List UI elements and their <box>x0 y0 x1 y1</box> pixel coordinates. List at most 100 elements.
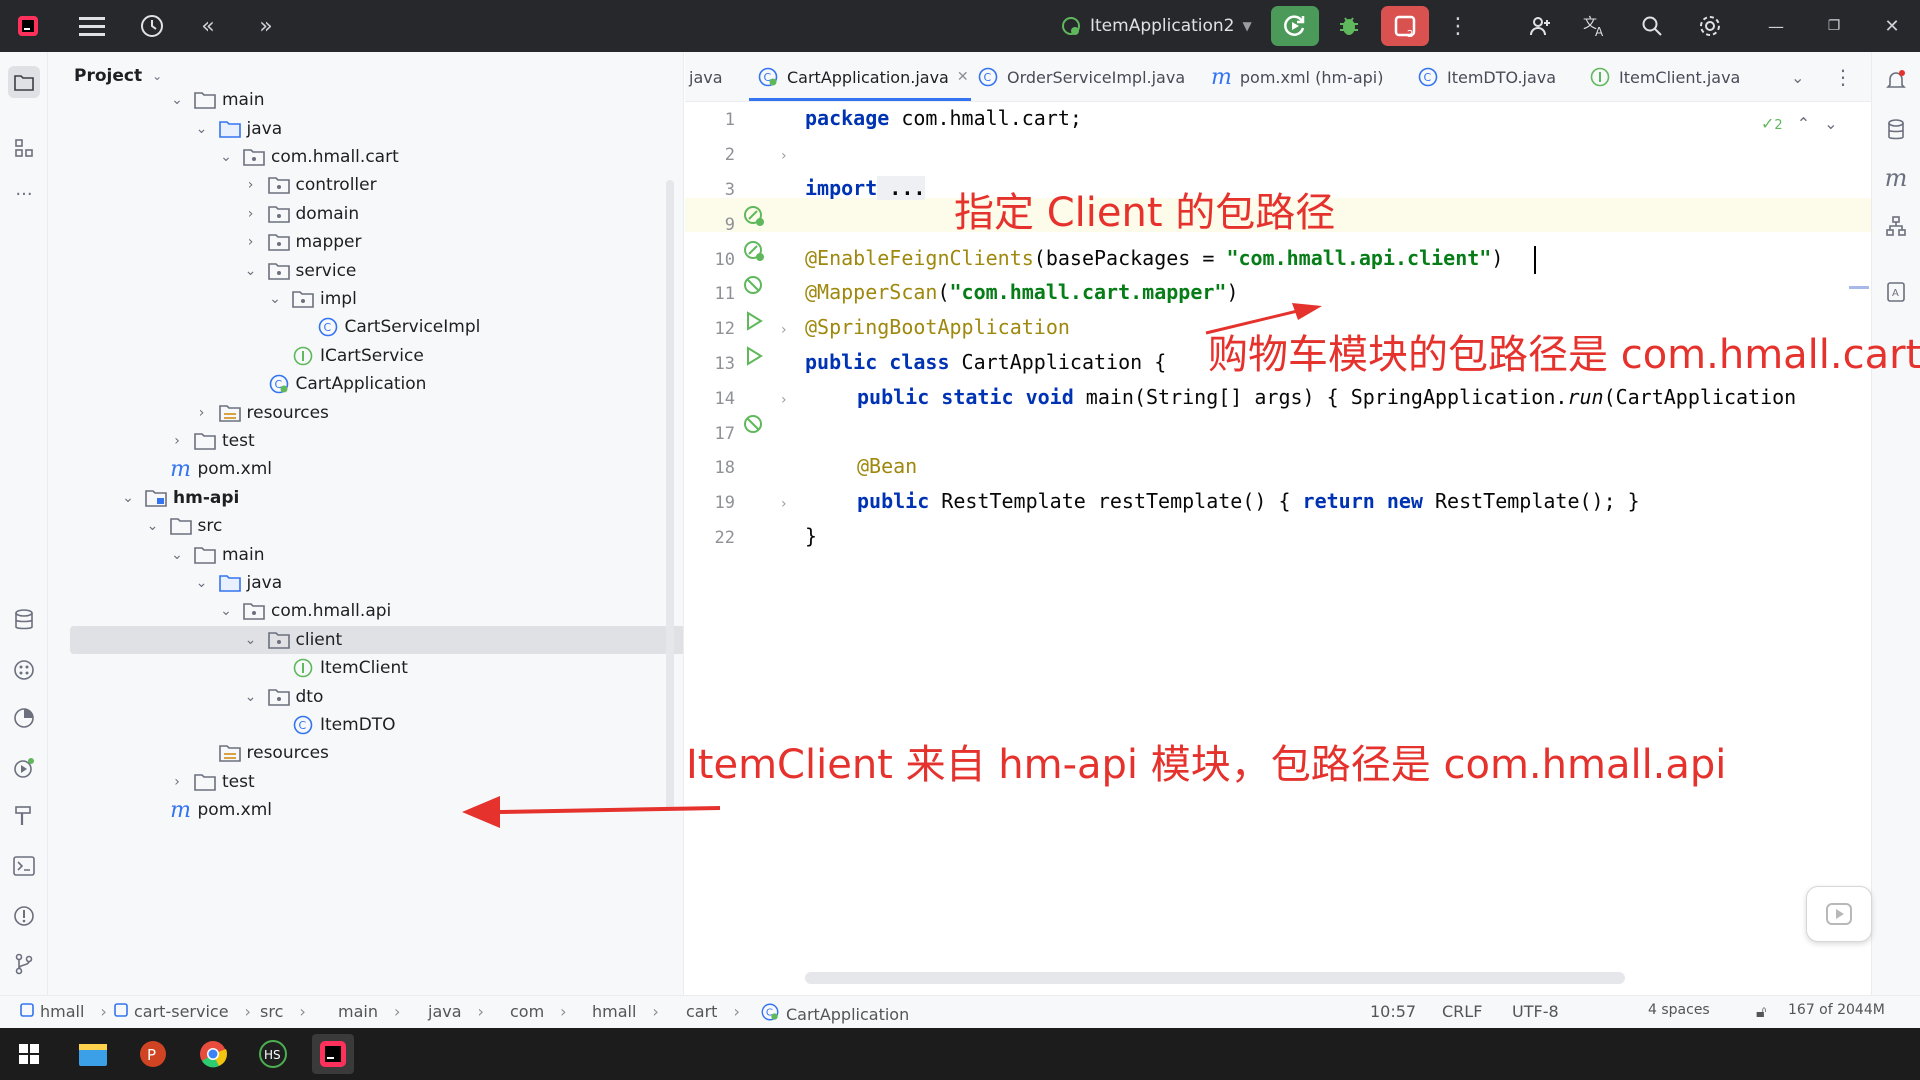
chevron-down-icon[interactable]: ⌄ <box>242 688 260 706</box>
tree-item[interactable]: › resources <box>48 398 668 426</box>
tree-item[interactable]: m pom.xml <box>48 796 668 824</box>
database-icon[interactable] <box>1882 116 1910 144</box>
code-line-10[interactable]: @EnableFeignClients(basePackages = "com.… <box>805 246 1503 270</box>
tree-item[interactable]: C CartApplication <box>48 370 668 398</box>
breadcrumb-item[interactable]: src › <box>254 1002 306 1021</box>
terminal-icon[interactable] <box>10 852 38 880</box>
notifications-bell-icon[interactable] <box>1882 66 1910 94</box>
project-view-selector[interactable]: Project ⌄ <box>74 66 162 86</box>
chevron-right-icon[interactable]: › <box>242 233 260 251</box>
hbuilder-icon[interactable]: HS <box>252 1034 294 1074</box>
dependencies-icon[interactable] <box>1882 212 1910 240</box>
tab-options-menu[interactable]: ⋮ <box>1833 52 1853 102</box>
tree-item[interactable]: ⌄ com.hmall.cart <box>48 143 668 171</box>
tree-item[interactable]: ItemClient <box>48 654 668 682</box>
spring-boot-gutter-icon[interactable] <box>741 273 767 299</box>
bookmarks-icon[interactable]: A <box>1882 278 1910 306</box>
tree-item[interactable]: C CartServiceImpl <box>48 313 668 341</box>
code-line-22[interactable]: } <box>805 524 817 548</box>
windows-start-icon[interactable] <box>8 1034 50 1074</box>
breadcrumb-item[interactable]: hmall › <box>20 1002 107 1021</box>
more-actions-icon[interactable]: ⋮ <box>1438 6 1478 46</box>
close-tab-icon[interactable]: ✕ <box>957 69 969 85</box>
minimize-icon[interactable]: — <box>1756 6 1796 46</box>
recent-history-icon[interactable] <box>132 6 172 46</box>
tree-item[interactable]: ⌄ com.hmall.api <box>48 597 668 625</box>
chevron-down-icon[interactable]: ⌄ <box>242 631 260 649</box>
debug-button[interactable] <box>1329 6 1369 46</box>
restore-window-icon[interactable]: ❐ <box>1814 6 1854 46</box>
file-encoding[interactable]: UTF-8 <box>1512 1002 1559 1021</box>
build-hammer-icon[interactable] <box>10 802 38 830</box>
tree-item[interactable]: › domain <box>48 200 668 228</box>
run-configuration-selector[interactable]: ItemApplication2 ▼ <box>1060 10 1252 42</box>
tree-item[interactable]: ⌄ hm-api <box>48 484 668 512</box>
spring-bean-gutter-icon[interactable] <box>741 412 767 438</box>
tree-item[interactable]: › controller <box>48 171 668 199</box>
tree-item[interactable]: ⌄ java <box>48 569 668 597</box>
line-separator[interactable]: CRLF <box>1442 1002 1482 1021</box>
chevron-down-icon[interactable]: ⌄ <box>168 546 186 564</box>
chevron-down-icon[interactable]: ⌄ <box>193 120 211 138</box>
intellij-logo-icon[interactable] <box>8 6 48 46</box>
tree-item[interactable]: › test <box>48 768 668 796</box>
git-branch-icon[interactable] <box>10 950 38 978</box>
tree-item[interactable]: resources <box>48 739 668 767</box>
intellij-taskbar-icon[interactable] <box>312 1034 354 1074</box>
spring-bean-gutter-icon[interactable] <box>741 203 767 229</box>
more-tool-windows-icon[interactable]: ··· <box>10 180 38 208</box>
code-line-19[interactable]: public RestTemplate restTemplate() { ret… <box>857 489 1640 513</box>
chevron-right-icon[interactable]: › <box>168 773 186 791</box>
tree-item[interactable]: › mapper <box>48 228 668 256</box>
chevron-right-icon[interactable]: › <box>168 432 186 450</box>
rerun-button[interactable] <box>1271 6 1319 46</box>
tab-itemdto[interactable]: C ItemDTO.java <box>1417 52 1556 102</box>
tree-item[interactable]: C ItemDTO <box>48 711 668 739</box>
forward-icon[interactable]: » <box>246 6 286 46</box>
code-line-18[interactable]: @Bean <box>857 454 917 478</box>
chevron-down-icon[interactable]: ⌄ <box>119 489 137 507</box>
breadcrumb-item[interactable]: C CartApplication <box>760 1002 909 1026</box>
tree-item[interactable]: ⌄ main <box>48 86 668 114</box>
chevron-down-icon[interactable]: ⌄ <box>266 290 284 308</box>
breadcrumb-item[interactable]: cart › <box>680 1002 740 1021</box>
maven-icon[interactable]: m <box>1882 164 1910 192</box>
chevron-down-icon[interactable]: ⌄ <box>242 262 260 280</box>
code-line-13[interactable]: public class CartApplication { <box>805 350 1166 374</box>
tree-item[interactable]: ⌄ java <box>48 114 668 142</box>
fold-expand-icon[interactable]: › <box>781 148 787 164</box>
run-class-gutter-icon[interactable] <box>741 308 767 334</box>
file-explorer-icon[interactable] <box>72 1034 114 1074</box>
spring-bean-gutter-icon[interactable] <box>741 238 767 264</box>
run-services-icon[interactable] <box>10 754 38 782</box>
tree-item[interactable]: ⌄ main <box>48 540 668 568</box>
tree-item[interactable]: ⌄ client <box>70 625 683 654</box>
indent-setting[interactable]: 4 spaces <box>1648 1002 1710 1018</box>
breadcrumb-item[interactable]: main › <box>332 1002 400 1021</box>
caret-position[interactable]: 10:57 <box>1370 1002 1416 1021</box>
memory-indicator[interactable]: 167 of 2044M <box>1788 1002 1885 1018</box>
tree-item[interactable]: ⌄ impl <box>48 285 668 313</box>
chevron-down-icon[interactable]: ⌄ <box>217 148 235 166</box>
project-folder-icon[interactable] <box>8 66 40 98</box>
breadcrumb-item[interactable]: com › <box>504 1002 567 1021</box>
chevron-right-icon[interactable]: › <box>242 176 260 194</box>
breadcrumb-item[interactable]: java › <box>422 1002 484 1021</box>
code-line-14[interactable]: public static void main(String[] args) {… <box>857 385 1796 409</box>
tab-orderserviceimpl[interactable]: C OrderServiceImpl.java <box>977 52 1185 102</box>
settings-gear-icon[interactable] <box>1690 6 1730 46</box>
code-line-11[interactable]: @MapperScan("com.hmall.cart.mapper") <box>805 280 1239 304</box>
search-icon[interactable] <box>1632 6 1672 46</box>
previous-highlight-icon[interactable]: ⌃ <box>1797 114 1810 133</box>
tab-itemclient[interactable]: ItemClient.java <box>1589 52 1740 102</box>
translate-icon[interactable]: 文A <box>1576 6 1616 46</box>
fold-expand-icon[interactable]: › <box>781 322 787 338</box>
code-line-3[interactable]: import ... <box>805 176 926 200</box>
inspection-widget[interactable]: ✓2 ⌃ ⌄ <box>1761 114 1838 133</box>
tree-item[interactable]: ICartService <box>48 342 668 370</box>
tree-item[interactable]: m pom.xml <box>48 455 668 483</box>
fold-expand-icon[interactable]: › <box>781 392 787 408</box>
breadcrumb-item[interactable]: cart-service › <box>114 1002 251 1021</box>
tree-item[interactable]: ⌄ dto <box>48 682 668 710</box>
chevron-down-icon[interactable]: ⌄ <box>144 517 162 535</box>
